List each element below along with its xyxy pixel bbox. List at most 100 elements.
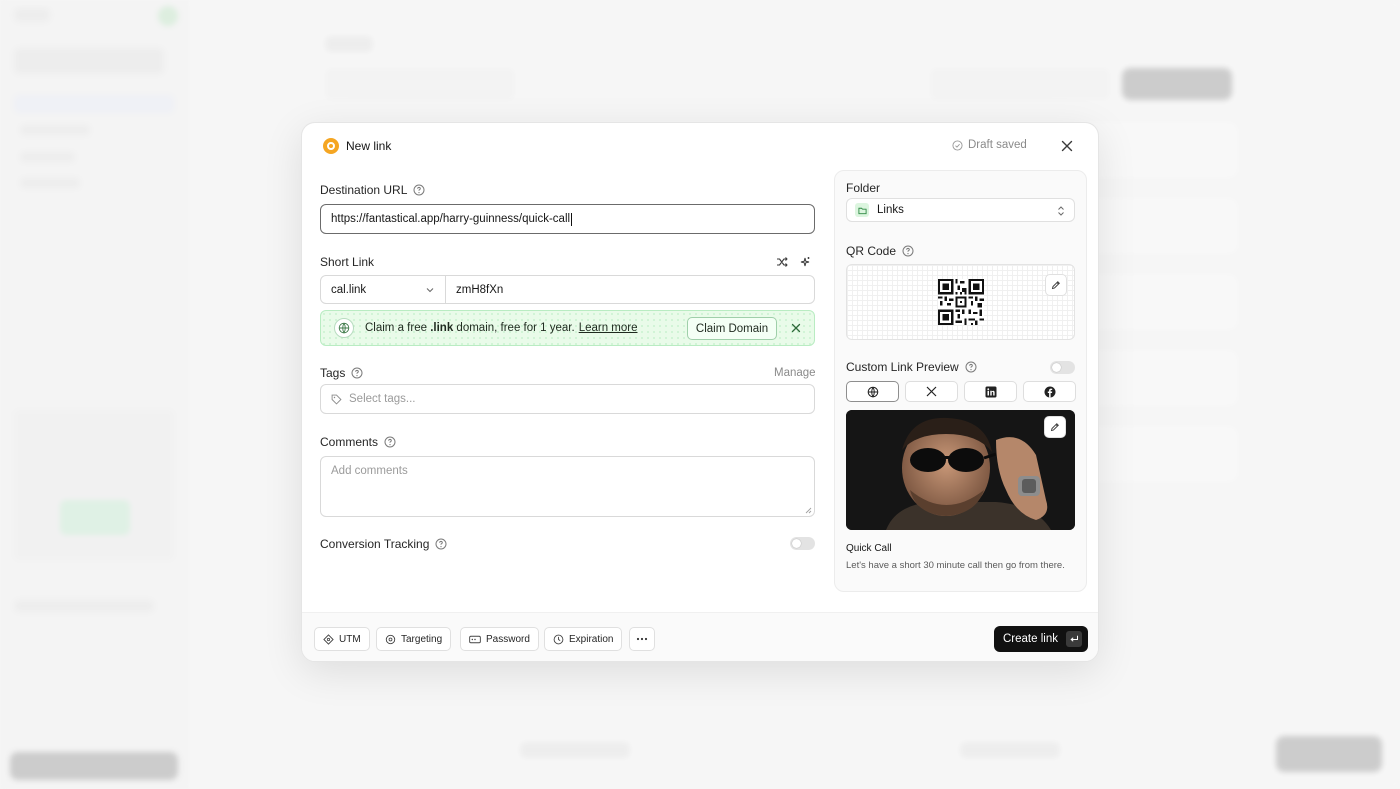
promo-text-end: domain, free for 1 year. bbox=[456, 322, 575, 334]
tags-label-text: Tags bbox=[320, 366, 346, 380]
targeting-button[interactable]: Targeting bbox=[376, 627, 452, 651]
preview-tab-x[interactable] bbox=[905, 381, 958, 402]
edit-preview-button[interactable] bbox=[1044, 416, 1066, 438]
help-icon[interactable] bbox=[902, 245, 914, 257]
qr-code-icon bbox=[938, 279, 984, 325]
expiration-button[interactable]: Expiration bbox=[544, 627, 623, 651]
chevron-updown-icon bbox=[1058, 206, 1064, 216]
promo-text-bold: .link bbox=[430, 322, 454, 334]
short-link-key-value: zmH8fXn bbox=[456, 283, 504, 296]
new-link-modal: New link Draft saved Destination URL htt… bbox=[301, 122, 1099, 662]
qr-code-label: QR Code bbox=[846, 244, 914, 258]
claim-domain-text: Claim a free .link domain, free for 1 ye… bbox=[365, 322, 638, 334]
promo-text-start: Claim a free bbox=[365, 322, 427, 334]
password-button-label: Password bbox=[486, 633, 530, 645]
chevron-down-icon bbox=[426, 287, 434, 292]
preview-tab-linkedin[interactable] bbox=[964, 381, 1017, 402]
folder-label: Folder bbox=[846, 181, 880, 195]
diamond-icon bbox=[323, 633, 334, 645]
destination-url-value: https://fantastical.app/harry-guinness/q… bbox=[331, 213, 571, 225]
utm-button[interactable]: UTM bbox=[314, 627, 370, 651]
enter-key-icon bbox=[1066, 631, 1082, 647]
custom-link-preview-toggle[interactable] bbox=[1050, 361, 1075, 374]
preview-description: Let's have a short 30 minute call then g… bbox=[846, 560, 1065, 571]
short-link-label: Short Link bbox=[320, 255, 374, 269]
destination-url-label: Destination URL bbox=[320, 183, 425, 197]
close-icon bbox=[791, 323, 801, 333]
more-options-button[interactable] bbox=[629, 627, 655, 651]
conversion-tracking-label-text: Conversion Tracking bbox=[320, 537, 430, 551]
pencil-icon bbox=[1051, 281, 1060, 290]
shuffle-icon bbox=[777, 257, 788, 267]
conversion-tracking-label: Conversion Tracking bbox=[320, 537, 447, 551]
claim-domain-banner: Claim a free .link domain, free for 1 ye… bbox=[320, 310, 815, 346]
ai-generate-button[interactable] bbox=[799, 255, 813, 269]
preview-tab-default[interactable] bbox=[846, 381, 899, 402]
expiration-button-label: Expiration bbox=[569, 633, 614, 645]
resize-handle-icon[interactable] bbox=[805, 507, 812, 514]
targeting-button-label: Targeting bbox=[401, 633, 443, 645]
modal-title: New link bbox=[346, 139, 392, 153]
preview-tab-facebook[interactable] bbox=[1023, 381, 1076, 402]
close-icon bbox=[1061, 140, 1073, 152]
person-photo bbox=[846, 410, 1075, 530]
utm-button-label: UTM bbox=[339, 633, 361, 645]
comments-textarea[interactable]: Add comments bbox=[320, 456, 815, 517]
folder-select-value: Links bbox=[877, 204, 904, 216]
logo-icon bbox=[323, 138, 339, 154]
globe-icon bbox=[867, 386, 878, 398]
comments-label: Comments bbox=[320, 435, 396, 449]
domain-select[interactable]: cal.link bbox=[320, 275, 446, 304]
close-modal-button[interactable] bbox=[1058, 137, 1076, 155]
password-icon bbox=[469, 635, 481, 643]
create-link-label: Create link bbox=[1003, 633, 1058, 645]
qr-code-label-text: QR Code bbox=[846, 244, 897, 258]
text-cursor bbox=[571, 212, 573, 226]
facebook-icon bbox=[1044, 386, 1055, 397]
folder-icon bbox=[855, 203, 869, 217]
learn-more-link[interactable]: Learn more bbox=[579, 322, 638, 334]
modal-footer: UTM Targeting Password Expiration Create… bbox=[302, 612, 1098, 661]
qr-code-preview bbox=[846, 264, 1075, 340]
draft-status: Draft saved bbox=[952, 139, 1027, 151]
pencil-icon bbox=[1050, 423, 1059, 432]
help-icon[interactable] bbox=[435, 538, 447, 550]
tag-icon bbox=[331, 394, 342, 405]
tags-select[interactable]: Select tags... bbox=[320, 384, 815, 414]
short-link-key-input[interactable]: zmH8fXn bbox=[445, 275, 815, 304]
x-icon bbox=[926, 386, 937, 397]
clock-icon bbox=[553, 634, 564, 644]
crosshair-icon bbox=[385, 634, 396, 644]
linkedin-icon bbox=[985, 386, 996, 397]
tags-label: Tags bbox=[320, 366, 363, 380]
preview-image bbox=[846, 410, 1075, 530]
domain-select-value: cal.link bbox=[331, 283, 367, 296]
help-icon[interactable] bbox=[351, 367, 363, 379]
dismiss-banner-button[interactable] bbox=[789, 321, 803, 335]
claim-domain-button[interactable]: Claim Domain bbox=[687, 317, 777, 340]
draft-status-label: Draft saved bbox=[968, 139, 1027, 151]
edit-qr-button[interactable] bbox=[1045, 274, 1067, 296]
sparkle-icon bbox=[800, 257, 810, 267]
manage-tags-link[interactable]: Manage bbox=[774, 367, 816, 379]
comments-label-text: Comments bbox=[320, 435, 379, 449]
ellipsis-icon bbox=[636, 637, 648, 641]
help-icon[interactable] bbox=[413, 184, 425, 196]
short-link-label-text: Short Link bbox=[320, 255, 375, 269]
preview-title: Quick Call bbox=[846, 543, 892, 554]
destination-url-input[interactable]: https://fantastical.app/harry-guinness/q… bbox=[320, 204, 815, 234]
create-link-button[interactable]: Create link bbox=[994, 626, 1088, 652]
help-icon[interactable] bbox=[384, 436, 396, 448]
folder-select[interactable]: Links bbox=[846, 198, 1075, 222]
custom-link-preview-label: Custom Link Preview bbox=[846, 360, 977, 374]
randomize-button[interactable] bbox=[776, 255, 790, 269]
conversion-tracking-toggle[interactable] bbox=[790, 537, 815, 550]
comments-placeholder: Add comments bbox=[331, 465, 408, 477]
right-panel: Folder Links QR Code Custom Link Preview… bbox=[834, 170, 1087, 592]
custom-link-preview-label-text: Custom Link Preview bbox=[846, 360, 959, 374]
globe-icon bbox=[334, 318, 354, 338]
help-icon[interactable] bbox=[965, 361, 977, 373]
modal-header: New link Draft saved bbox=[302, 123, 1098, 169]
password-button[interactable]: Password bbox=[460, 627, 539, 651]
folder-label-text: Folder bbox=[846, 181, 881, 195]
